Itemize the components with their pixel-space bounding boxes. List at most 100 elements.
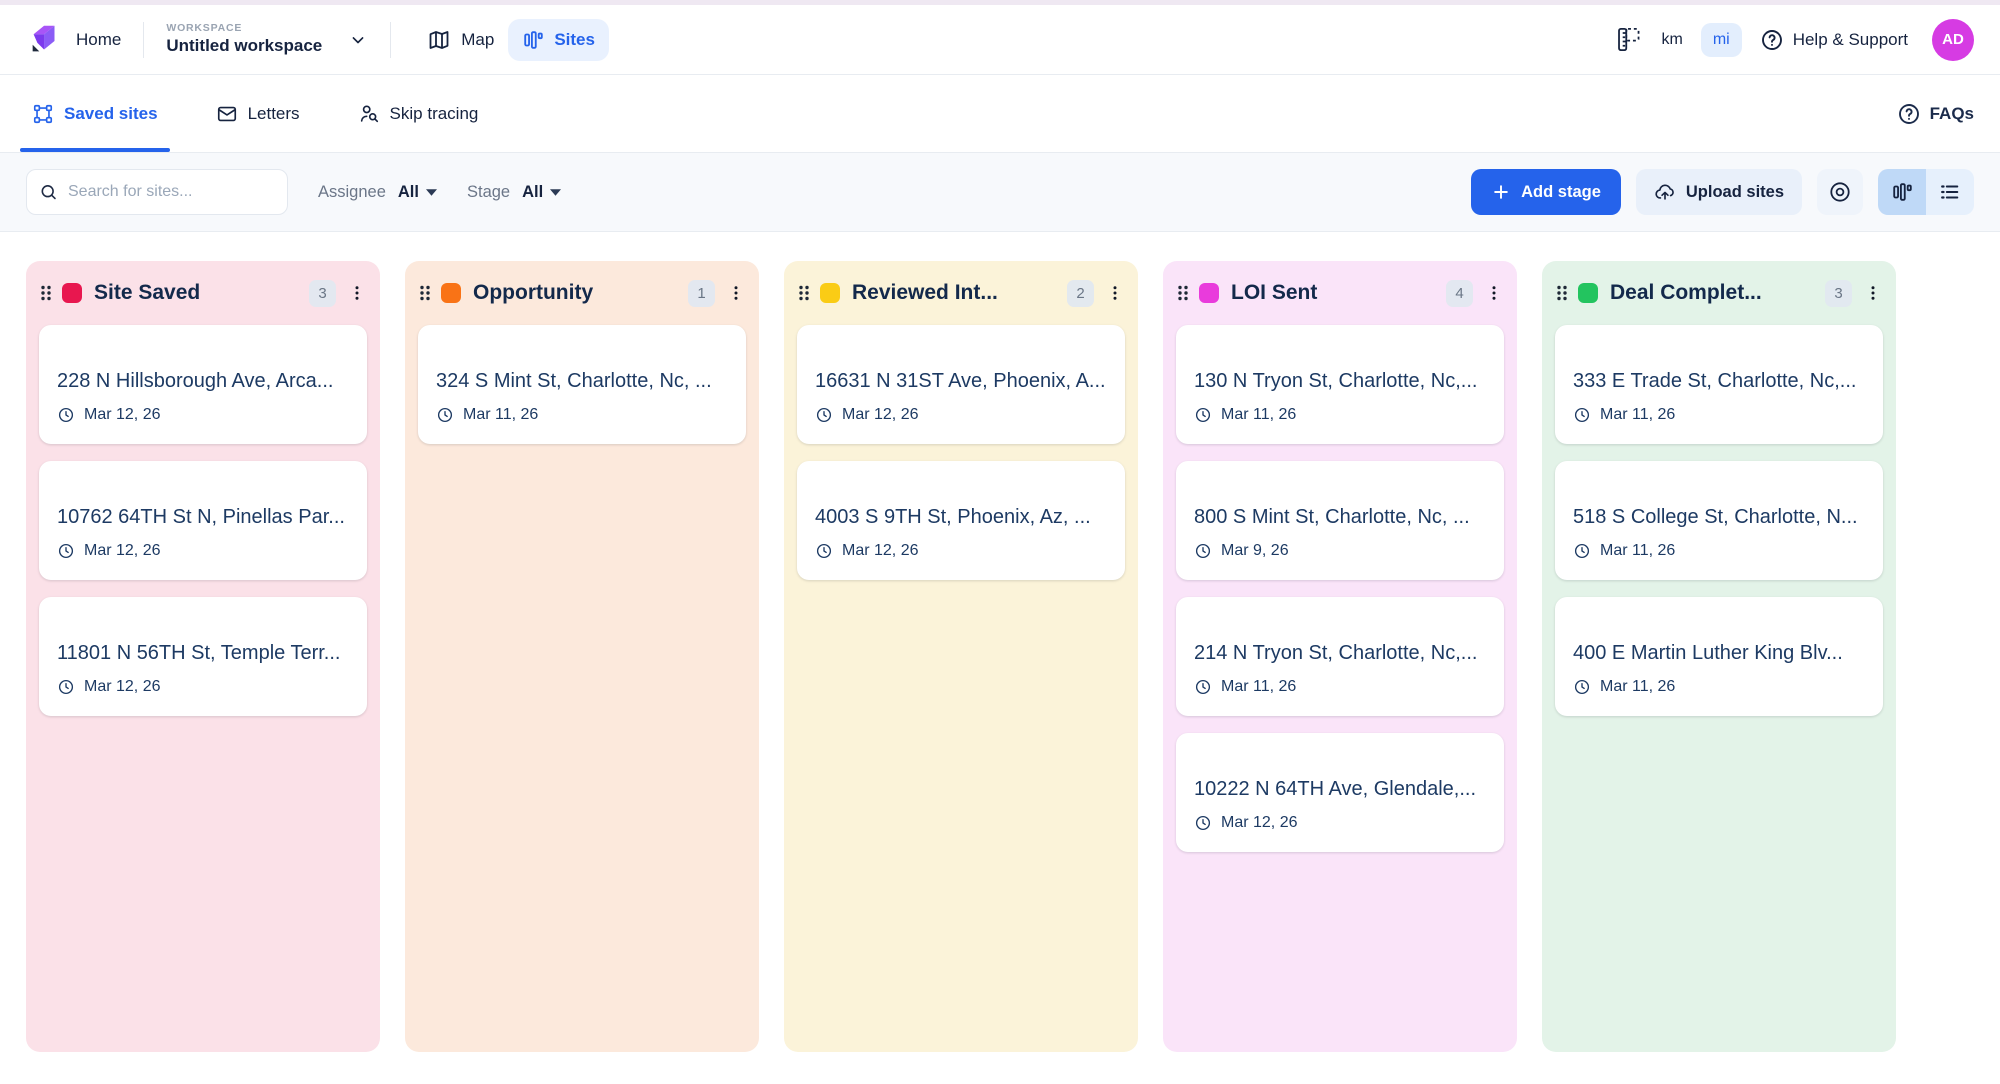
tab-saved-sites[interactable]: Saved sites xyxy=(26,75,164,152)
card-list: 16631 N 31ST Ave, Phoenix, A... Mar 12, … xyxy=(784,325,1138,580)
assignee-label: Assignee xyxy=(318,183,386,202)
search-icon xyxy=(39,181,58,203)
clock-icon xyxy=(57,406,75,424)
site-card[interactable]: 10762 64TH St N, Pinellas Par... Mar 12,… xyxy=(39,461,367,580)
unit-km-button[interactable]: km xyxy=(1661,31,1682,49)
drag-handle-icon[interactable] xyxy=(1173,282,1193,304)
stage-count-badge: 2 xyxy=(1067,280,1094,307)
clock-icon xyxy=(1194,814,1212,832)
nav-sites[interactable]: Sites xyxy=(508,19,609,61)
stage-title: Reviewed Int... xyxy=(852,281,1067,305)
divider xyxy=(143,22,144,58)
stage-count-badge: 3 xyxy=(1825,280,1852,307)
site-date: Mar 12, 26 xyxy=(84,542,160,560)
header-right: km mi Help & Support AD xyxy=(1614,19,1974,61)
workspace-name: Untitled workspace xyxy=(166,35,322,56)
card-list: 228 N Hillsborough Ave, Arca... Mar 12, … xyxy=(26,325,380,716)
home-label: Home xyxy=(76,30,121,50)
site-date-row: Mar 12, 26 xyxy=(57,542,349,560)
site-date: Mar 12, 26 xyxy=(842,406,918,424)
tab-skip-tracing-label: Skip tracing xyxy=(390,104,479,124)
site-address: 518 S College St, Charlotte, N... xyxy=(1573,506,1865,529)
stage-count-badge: 3 xyxy=(309,280,336,307)
tab-letters[interactable]: Letters xyxy=(210,75,306,152)
site-address: 800 S Mint St, Charlotte, Nc, ... xyxy=(1194,506,1486,529)
assignee-dropdown[interactable]: All xyxy=(398,183,437,202)
site-date: Mar 11, 26 xyxy=(463,406,538,424)
site-card[interactable]: 333 E Trade St, Charlotte, Nc,... Mar 11… xyxy=(1555,325,1883,444)
stage-color-swatch xyxy=(441,283,461,303)
tab-skip-tracing[interactable]: Skip tracing xyxy=(352,75,485,152)
site-date: Mar 12, 26 xyxy=(84,678,160,696)
site-card[interactable]: 228 N Hillsborough Ave, Arca... Mar 12, … xyxy=(39,325,367,444)
help-support-button[interactable]: Help & Support xyxy=(1760,28,1908,52)
stage-dropdown[interactable]: All xyxy=(522,183,561,202)
stage-column-deal-completed: Deal Complet... 3 333 E Trade St, Charlo… xyxy=(1542,261,1896,1052)
stage-column-header: Site Saved 3 xyxy=(26,261,380,325)
divider xyxy=(390,22,391,58)
nav-map-label: Map xyxy=(461,30,494,50)
workspace-switcher-button[interactable] xyxy=(348,30,368,50)
help-support-label: Help & Support xyxy=(1793,30,1908,50)
stage-label: Stage xyxy=(467,183,510,202)
site-date-row: Mar 12, 26 xyxy=(815,406,1107,424)
site-card[interactable]: 214 N Tryon St, Charlotte, Nc,... Mar 11… xyxy=(1176,597,1504,716)
site-card[interactable]: 16631 N 31ST Ave, Phoenix, A... Mar 12, … xyxy=(797,325,1125,444)
stage-menu-icon xyxy=(727,284,745,302)
drag-handle-icon[interactable] xyxy=(794,282,814,304)
site-date: Mar 11, 26 xyxy=(1221,678,1296,696)
visibility-button[interactable] xyxy=(1817,169,1863,215)
stage-menu-button[interactable] xyxy=(1483,282,1505,304)
site-address: 10222 N 64TH Ave, Glendale,... xyxy=(1194,778,1486,801)
stage-menu-button[interactable] xyxy=(346,282,368,304)
home-button[interactable]: Home xyxy=(26,21,121,59)
assignee-value: All xyxy=(398,183,419,202)
site-card[interactable]: 10222 N 64TH Ave, Glendale,... Mar 12, 2… xyxy=(1176,733,1504,852)
drag-handle-icon[interactable] xyxy=(415,282,435,304)
clock-icon xyxy=(815,542,833,560)
workspace-eyebrow: WORKSPACE xyxy=(166,22,322,35)
stage-menu-button[interactable] xyxy=(1862,282,1884,304)
unit-mi-button[interactable]: mi xyxy=(1701,23,1742,57)
caret-down-icon xyxy=(550,189,561,196)
site-address: 228 N Hillsborough Ave, Arca... xyxy=(57,370,349,393)
site-card[interactable]: 4003 S 9TH St, Phoenix, Az, ... Mar 12, … xyxy=(797,461,1125,580)
site-card[interactable]: 518 S College St, Charlotte, N... Mar 11… xyxy=(1555,461,1883,580)
stage-title: Site Saved xyxy=(94,281,309,305)
site-card[interactable]: 324 S Mint St, Charlotte, Nc, ... Mar 11… xyxy=(418,325,746,444)
site-card[interactable]: 130 N Tryon St, Charlotte, Nc,... Mar 11… xyxy=(1176,325,1504,444)
stage-value: All xyxy=(522,183,543,202)
site-date-row: Mar 12, 26 xyxy=(1194,814,1486,832)
stage-title: LOI Sent xyxy=(1231,281,1446,305)
saved-sites-icon xyxy=(32,103,54,125)
clock-icon xyxy=(1573,678,1591,696)
add-stage-button[interactable]: Add stage xyxy=(1471,169,1621,215)
drag-handle-icon[interactable] xyxy=(36,282,56,304)
nav-map[interactable]: Map xyxy=(413,18,508,62)
site-date-row: Mar 11, 26 xyxy=(436,406,728,424)
clock-icon xyxy=(1573,542,1591,560)
site-card[interactable]: 800 S Mint St, Charlotte, Nc, ... Mar 9,… xyxy=(1176,461,1504,580)
drag-handle-icon[interactable] xyxy=(1552,282,1572,304)
card-list: 130 N Tryon St, Charlotte, Nc,... Mar 11… xyxy=(1163,325,1517,852)
stage-menu-button[interactable] xyxy=(1104,282,1126,304)
clock-icon xyxy=(57,542,75,560)
user-avatar[interactable]: AD xyxy=(1932,19,1974,61)
site-date-row: Mar 11, 26 xyxy=(1573,542,1865,560)
site-card[interactable]: 11801 N 56TH St, Temple Terr... Mar 12, … xyxy=(39,597,367,716)
stage-menu-button[interactable] xyxy=(725,282,747,304)
ruler-icon xyxy=(1614,25,1643,54)
kanban-view-button[interactable] xyxy=(1878,169,1926,215)
site-date-row: Mar 12, 26 xyxy=(815,542,1107,560)
card-list: 324 S Mint St, Charlotte, Nc, ... Mar 11… xyxy=(405,325,759,444)
site-card[interactable]: 400 E Martin Luther King Blv... Mar 11, … xyxy=(1555,597,1883,716)
stage-column-reviewed: Reviewed Int... 2 16631 N 31ST Ave, Phoe… xyxy=(784,261,1138,1052)
app-logo xyxy=(26,21,64,59)
site-date: Mar 12, 26 xyxy=(1221,814,1297,832)
assignee-filter: Assignee All xyxy=(318,183,437,202)
upload-sites-button[interactable]: Upload sites xyxy=(1636,169,1802,215)
site-address: 214 N Tryon St, Charlotte, Nc,... xyxy=(1194,642,1486,665)
list-view-button[interactable] xyxy=(1926,169,1974,215)
search-input[interactable] xyxy=(68,183,275,201)
faqs-button[interactable]: FAQs xyxy=(1897,75,1974,152)
